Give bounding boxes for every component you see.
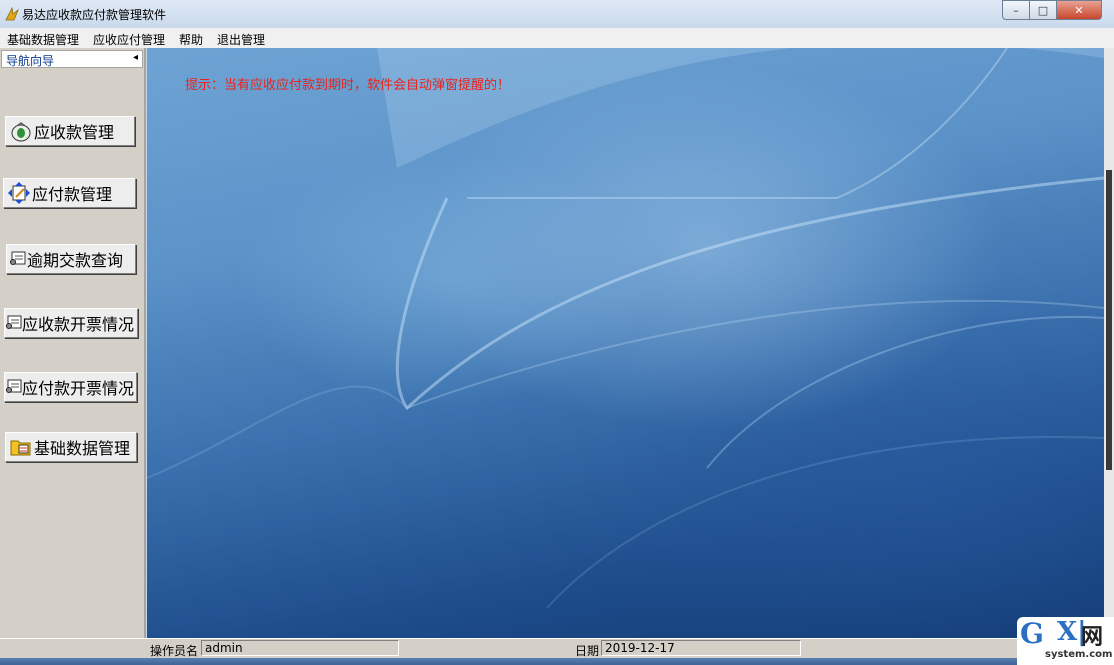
taskbar-edge	[0, 658, 1114, 665]
window-title: 易达应收款应付款管理软件	[22, 8, 167, 22]
folder-data-icon	[10, 436, 32, 458]
operator-label: 操作员名	[150, 644, 199, 658]
watermark-domain: system.com	[1045, 649, 1113, 660]
nav-button-receivables[interactable]: 应收款管理	[5, 116, 135, 146]
nav-header: 导航向导 ◂	[1, 50, 143, 68]
menu-exit[interactable]: 退出管理	[217, 31, 265, 48]
invoice-form-icon	[6, 312, 22, 334]
menu-basic-data[interactable]: 基础数据管理	[7, 31, 79, 48]
nav-header-title: 导航向导	[6, 54, 55, 68]
nav-button-payable-invoices[interactable]: 应付款开票情况	[4, 372, 137, 402]
watermark-g: G	[1020, 617, 1044, 650]
nav-button-label: 应付款管理	[32, 185, 113, 204]
nav-button-label: 基础数据管理	[34, 439, 131, 458]
menu-bar: 基础数据管理 应收应付管理 帮助 退出管理	[0, 28, 1114, 49]
site-watermark-logo: G X| 网 system.com	[1017, 617, 1114, 665]
payment-arrows-icon	[8, 182, 30, 204]
nav-button-label: 逾期交款查询	[27, 251, 124, 270]
app-logo-icon	[5, 6, 19, 21]
nav-button-overdue-query[interactable]: 逾期交款查询	[6, 244, 136, 274]
collapse-arrow-icon[interactable]: ◂	[133, 52, 138, 63]
restore-button[interactable]: □	[1029, 0, 1057, 20]
window-controls: – □ ✕	[1002, 0, 1102, 20]
nav-button-label: 应收款开票情况	[22, 315, 135, 334]
status-bar: 操作员名 admin 日期 2019-12-17	[0, 638, 1114, 659]
money-bag-icon	[10, 120, 32, 142]
watermark-wang: 网	[1081, 625, 1104, 650]
query-form-icon	[10, 248, 26, 270]
nav-button-label: 应付款开票情况	[22, 379, 135, 398]
navigation-panel: 导航向导 ◂ 应收款管理 应付款管理 逾期交款查询 应收款开票情况 应付款开票情…	[0, 48, 146, 638]
nav-button-receivable-invoices[interactable]: 应收款开票情况	[4, 308, 138, 338]
wallpaper-image	[147, 48, 1104, 609]
menu-help[interactable]: 帮助	[179, 31, 203, 48]
operator-field: admin	[201, 640, 399, 656]
reminder-tip: 提示：当有应收应付款到期时，软件会自动弹窗提醒的！	[185, 78, 511, 93]
main-workspace: 提示：当有应收应付款到期时，软件会自动弹窗提醒的！	[147, 48, 1104, 638]
close-button[interactable]: ✕	[1056, 0, 1102, 20]
date-label: 日期	[575, 644, 600, 658]
menu-receivable-payable[interactable]: 应收应付管理	[93, 31, 165, 48]
date-field: 2019-12-17	[601, 640, 801, 656]
scrollbar-thumb[interactable]	[1106, 170, 1112, 470]
invoice-form-icon	[6, 376, 22, 398]
nav-button-basic-data[interactable]: 基础数据管理	[5, 432, 137, 462]
title-bar: 易达应收款应付款管理软件 – □ ✕	[0, 0, 1114, 29]
nav-button-payables[interactable]: 应付款管理	[3, 178, 136, 208]
nav-button-label: 应收款管理	[34, 123, 115, 142]
minimize-button[interactable]: –	[1002, 0, 1030, 20]
